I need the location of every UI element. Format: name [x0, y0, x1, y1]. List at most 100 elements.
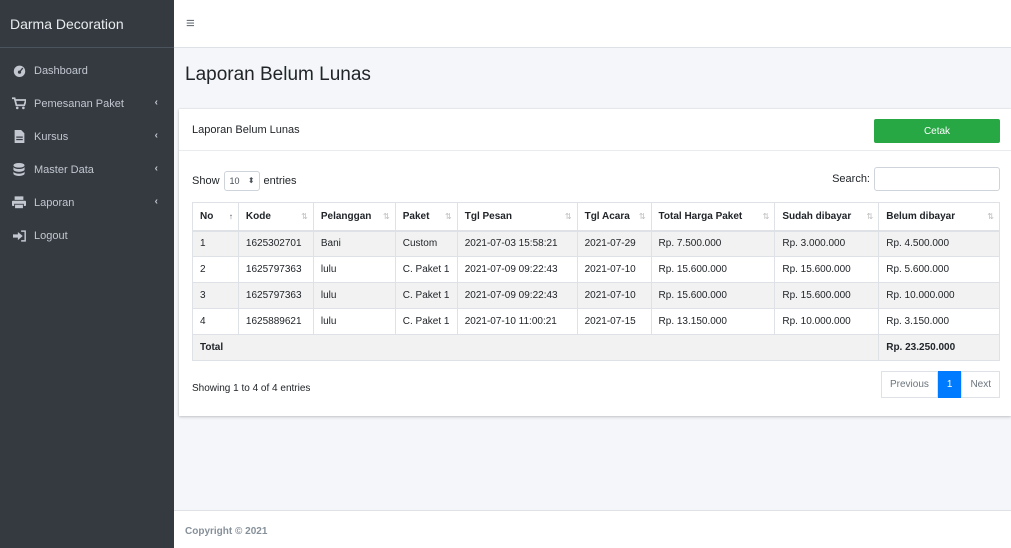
cell-tgl-pesan: 2021-07-10 11:00:21 [456, 308, 578, 335]
sidebar-item-logout[interactable]: Logout [0, 219, 174, 252]
previous-button[interactable]: Previous [880, 371, 938, 398]
sidebar-item-dashboard[interactable]: Dashboard [0, 54, 174, 87]
table-row: 4 1625889621 lulu C. Paket 1 2021-07-10 … [192, 308, 1000, 335]
column-header-tgl-acara[interactable]: Tgl Acara ⇅ [576, 202, 652, 232]
cell-kode: 1625889621 [237, 308, 314, 335]
cell-kode: 1625797363 [237, 282, 314, 309]
print-button[interactable]: Cetak [874, 119, 1000, 143]
cell-sudah-dibayar: Rp. 10.000.000 [774, 308, 880, 335]
print-icon [12, 196, 26, 210]
cell-tgl-acara: 2021-07-15 [576, 308, 652, 335]
cell-paket: C. Paket 1 [394, 256, 458, 283]
file-icon [12, 130, 26, 144]
search-control: Search: [832, 167, 1000, 191]
show-label: Show [192, 175, 220, 187]
sidebar-item-master-data[interactable]: Master Data ‹ [0, 153, 174, 186]
sidebar-item-label: Laporan [34, 196, 75, 209]
search-label: Search: [832, 173, 870, 185]
cell-sudah-dibayar: Rp. 3.000.000 [774, 230, 880, 257]
sort-icon: ⇅ [762, 212, 770, 221]
cell-kode: 1625302701 [237, 230, 314, 257]
column-header-sudah-dibayar[interactable]: Sudah dibayar ⇅ [774, 202, 880, 232]
hamburger-menu-icon[interactable]: ≡ [186, 15, 195, 32]
top-navbar: ≡ [174, 0, 1011, 48]
cell-total-harga: Rp. 15.600.000 [650, 282, 776, 309]
chevron-left-icon: ‹ [154, 130, 158, 141]
column-header-paket[interactable]: Paket ⇅ [394, 202, 458, 232]
cell-no: 1 [192, 230, 239, 257]
column-header-kode[interactable]: Kode ⇅ [237, 202, 314, 232]
cell-tgl-acara: 2021-07-29 [576, 230, 652, 257]
cell-tgl-pesan: 2021-07-09 09:22:43 [456, 256, 578, 283]
cell-sudah-dibayar: Rp. 15.600.000 [774, 282, 880, 309]
sidebar-item-label: Logout [34, 229, 68, 242]
select-arrow-icon: ⬍ [247, 176, 255, 185]
content-wrapper: ≡ Laporan Belum Lunas Laporan Belum Luna… [174, 0, 1011, 548]
cell-pelanggan: lulu [312, 282, 396, 309]
column-header-tgl-pesan[interactable]: Tgl Pesan ⇅ [456, 202, 578, 232]
sidebar-item-label: Pemesanan Paket [34, 97, 124, 110]
cell-total-harga: Rp. 15.600.000 [650, 256, 776, 283]
copyright-text: Copyright © 2021 [185, 526, 268, 537]
report-table: No ↑ Kode ⇅ Pelanggan ⇅ Paket ⇅ Tgl Pesan ⇅ T… [191, 202, 1000, 361]
sidebar-item-label: Kursus [34, 130, 69, 143]
cell-paket: Custom [394, 230, 458, 257]
next-button[interactable]: Next [961, 371, 1000, 398]
column-header-no[interactable]: No ↑ [192, 202, 239, 232]
search-input[interactable] [874, 167, 1000, 191]
cell-belum-dibayar: Rp. 5.600.000 [878, 256, 1000, 283]
table-row: 2 1625797363 lulu C. Paket 1 2021-07-09 … [192, 256, 1000, 283]
table-info: Showing 1 to 4 of 4 entries [192, 383, 311, 394]
page-1-button[interactable]: 1 [937, 371, 962, 398]
card-header: Laporan Belum Lunas Cetak [179, 109, 1011, 151]
cell-total-harga: Rp. 13.150.000 [650, 308, 776, 335]
report-card: Laporan Belum Lunas Cetak Show 10 ⬍ entr… [179, 109, 1011, 416]
sidebar-item-kursus[interactable]: Kursus ‹ [0, 120, 174, 153]
logout-icon [12, 229, 26, 243]
entries-select[interactable]: 10 ⬍ [223, 171, 260, 191]
cell-belum-dibayar: Rp. 3.150.000 [878, 308, 1000, 335]
dashboard-icon [12, 64, 26, 78]
sidebar-item-pemesanan-paket[interactable]: Pemesanan Paket ‹ [0, 87, 174, 120]
cell-pelanggan: Bani [312, 230, 396, 257]
table-header-row: No ↑ Kode ⇅ Pelanggan ⇅ Paket ⇅ Tgl Pesan ⇅ T… [192, 202, 1000, 232]
entries-select-value: 10 [229, 176, 240, 186]
sidebar-item-label: Dashboard [34, 64, 88, 77]
card-title: Laporan Belum Lunas [192, 124, 300, 136]
table-row: 3 1625797363 lulu C. Paket 1 2021-07-09 … [192, 282, 1000, 309]
chevron-left-icon: ‹ [154, 163, 158, 174]
table-row: 1 1625302701 Bani Custom 2021-07-03 15:5… [192, 230, 1000, 257]
cell-no: 3 [192, 282, 239, 309]
cell-tgl-pesan: 2021-07-03 15:58:21 [456, 230, 578, 257]
sort-icon: ⇅ [383, 212, 390, 221]
cell-pelanggan: lulu [312, 308, 396, 335]
entries-label: entries [263, 175, 297, 187]
cell-no: 4 [192, 308, 239, 335]
column-header-total-harga-paket[interactable]: Total Harga Paket ⇅ [650, 202, 776, 232]
entries-length-control: Show 10 ⬍ entries [192, 171, 297, 191]
cell-tgl-pesan: 2021-07-09 09:22:43 [456, 282, 578, 309]
cell-no: 2 [192, 256, 239, 283]
sort-icon: ⇅ [445, 212, 452, 221]
chevron-left-icon: ‹ [154, 97, 158, 108]
pagination: Previous 1 Next [880, 371, 1000, 398]
cell-paket: C. Paket 1 [394, 308, 458, 335]
column-header-belum-dibayar[interactable]: Belum dibayar ⇅ [878, 202, 1000, 232]
column-header-pelanggan[interactable]: Pelanggan ⇅ [312, 202, 396, 232]
chevron-left-icon: ‹ [154, 196, 158, 207]
brand-link[interactable]: Darma Decoration [0, 0, 174, 48]
sort-asc-icon: ↑ [228, 212, 233, 221]
sidebar-item-label: Master Data [34, 163, 94, 176]
cell-kode: 1625797363 [237, 256, 314, 283]
sidebar: Darma Decoration Dashboard Pemesanan Pak… [0, 0, 174, 548]
sidebar-item-laporan[interactable]: Laporan ‹ [0, 186, 174, 219]
cell-tgl-acara: 2021-07-10 [576, 256, 652, 283]
cell-sudah-dibayar: Rp. 15.600.000 [774, 256, 880, 283]
sort-icon: ⇅ [987, 212, 994, 221]
sort-icon: ⇅ [866, 212, 874, 221]
cart-icon [12, 97, 26, 111]
sidebar-nav: Dashboard Pemesanan Paket ‹ Kursus ‹ Mas… [0, 48, 174, 252]
total-row: Total Rp. 23.250.000 [191, 334, 1000, 361]
cell-belum-dibayar: Rp. 10.000.000 [878, 282, 1000, 309]
footer: Copyright © 2021 [174, 510, 1011, 548]
